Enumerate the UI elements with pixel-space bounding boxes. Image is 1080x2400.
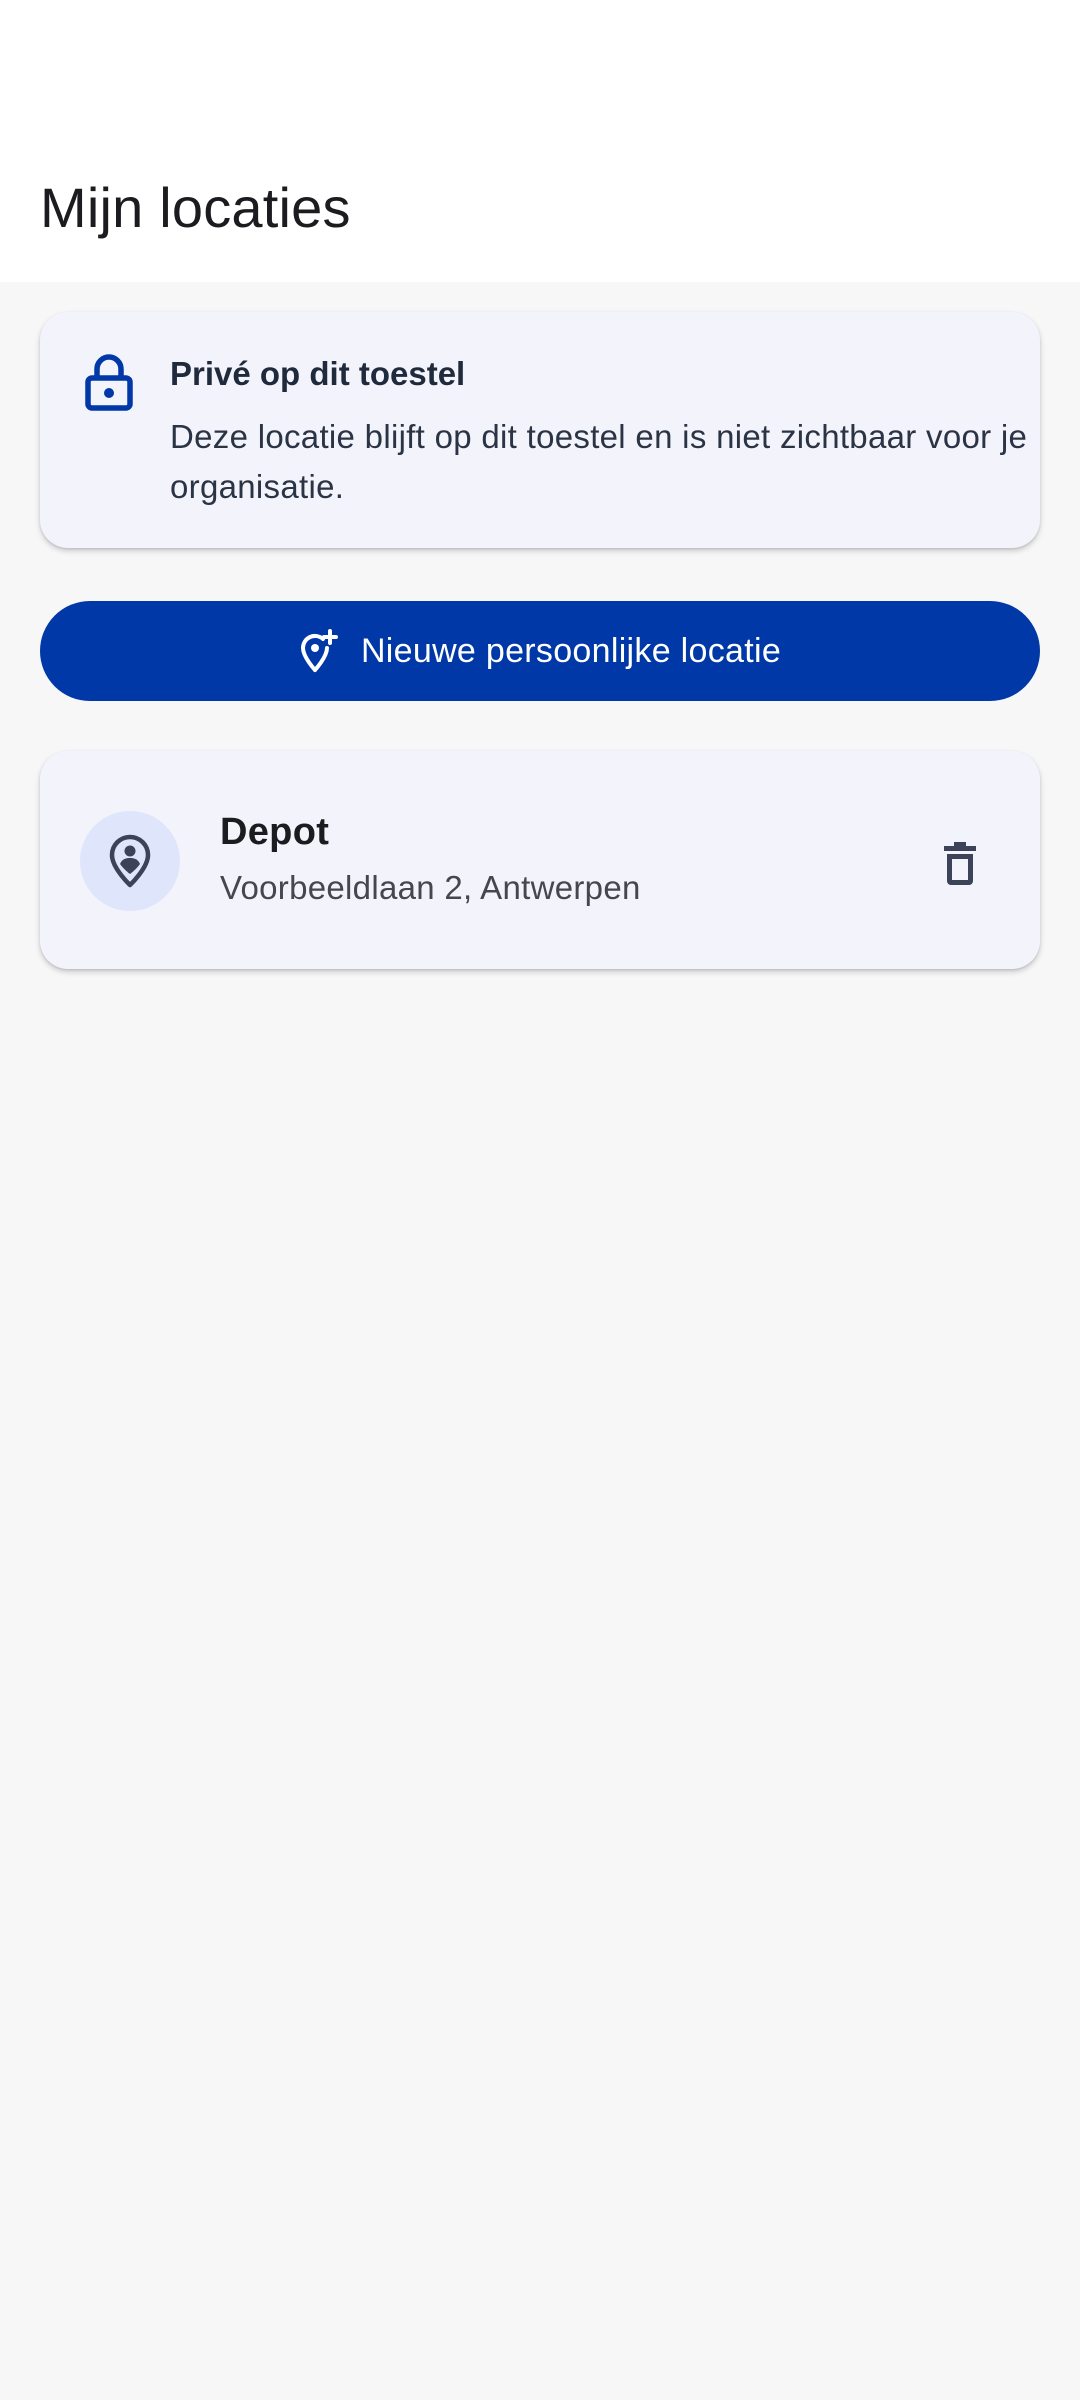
location-avatar — [80, 811, 180, 911]
pin-person-icon — [109, 834, 151, 888]
new-personal-location-label: Nieuwe persoonlijke locatie — [360, 631, 782, 670]
new-personal-location-button[interactable]: Nieuwe persoonlijke locatie — [40, 601, 1040, 701]
add-location-icon — [300, 629, 338, 672]
trash-icon — [944, 842, 976, 885]
privacy-notice-card: Privé op dit toestel Deze locatie blijft… — [40, 312, 1040, 548]
privacy-notice-title: Privé op dit toestel — [170, 355, 466, 392]
page-title: Mijn locaties — [40, 176, 351, 239]
delete-location-button[interactable] — [920, 823, 1000, 903]
privacy-notice-body: Deze locatie blijft op dit toestel en is… — [170, 418, 1028, 505]
lock-icon — [85, 354, 133, 411]
app-bar: Mijn locaties — [0, 0, 1080, 282]
location-address: Voorbeeldlaan 2, Antwerpen — [220, 869, 641, 906]
location-name: Depot — [220, 811, 330, 853]
location-card[interactable]: Depot Voorbeeldlaan 2, Antwerpen — [40, 751, 1040, 969]
